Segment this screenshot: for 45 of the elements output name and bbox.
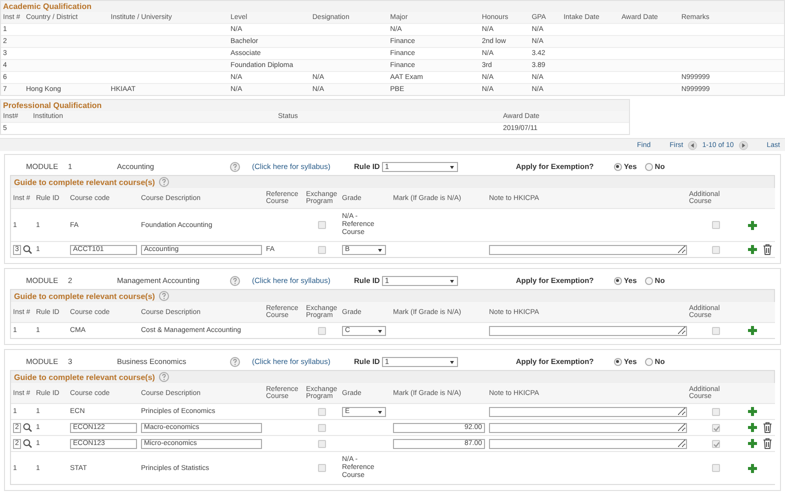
checkbox[interactable] bbox=[318, 440, 326, 448]
checkbox[interactable] bbox=[318, 326, 326, 334]
previous-arrow-icon[interactable] bbox=[688, 140, 698, 150]
plus-icon[interactable] bbox=[748, 423, 756, 432]
help-icon[interactable] bbox=[230, 356, 240, 366]
help-icon[interactable] bbox=[158, 372, 169, 382]
plus-icon[interactable] bbox=[748, 326, 756, 335]
guide-title: Guide to complete relevant course(s) bbox=[14, 178, 155, 186]
help-icon[interactable] bbox=[158, 177, 169, 187]
checkbox[interactable] bbox=[318, 408, 326, 416]
next-arrow-icon[interactable] bbox=[738, 140, 748, 150]
search-icon[interactable] bbox=[22, 423, 32, 432]
help-icon[interactable] bbox=[158, 291, 169, 301]
checkbox[interactable] bbox=[712, 221, 720, 229]
checkbox[interactable] bbox=[318, 424, 326, 432]
section-title: Academic Qualification bbox=[1, 1, 784, 12]
checkbox[interactable] bbox=[318, 221, 326, 229]
checkbox[interactable] bbox=[712, 424, 720, 432]
checkbox[interactable] bbox=[712, 464, 720, 472]
plus-icon[interactable] bbox=[748, 439, 756, 448]
checkbox[interactable] bbox=[712, 246, 720, 254]
search-icon[interactable] bbox=[22, 245, 32, 254]
plus-icon[interactable] bbox=[748, 245, 756, 254]
plus-icon[interactable] bbox=[748, 464, 756, 472]
guide-title: Guide to complete relevant course(s) bbox=[14, 372, 155, 382]
note-field[interactable] bbox=[489, 244, 687, 254]
note-field[interactable] bbox=[489, 326, 687, 336]
checkbox[interactable] bbox=[712, 326, 720, 334]
trash-icon[interactable] bbox=[762, 438, 772, 449]
search-icon[interactable] bbox=[22, 439, 32, 448]
plus-icon[interactable] bbox=[748, 407, 756, 416]
note-field[interactable] bbox=[489, 422, 687, 432]
checkbox[interactable] bbox=[318, 464, 326, 472]
note-field[interactable] bbox=[489, 406, 687, 416]
checkbox[interactable] bbox=[318, 246, 326, 254]
plus-icon[interactable] bbox=[748, 220, 756, 230]
checkbox[interactable] bbox=[712, 440, 720, 448]
help-icon[interactable] bbox=[230, 162, 240, 172]
help-icon[interactable] bbox=[230, 276, 240, 286]
trash-icon[interactable] bbox=[762, 244, 772, 255]
checkbox[interactable] bbox=[712, 408, 720, 416]
note-field[interactable] bbox=[489, 438, 687, 448]
guide-title: Guide to complete relevant course(s) bbox=[14, 292, 155, 300]
trash-icon[interactable] bbox=[762, 422, 772, 433]
section-title: Professional Qualification bbox=[1, 100, 629, 111]
